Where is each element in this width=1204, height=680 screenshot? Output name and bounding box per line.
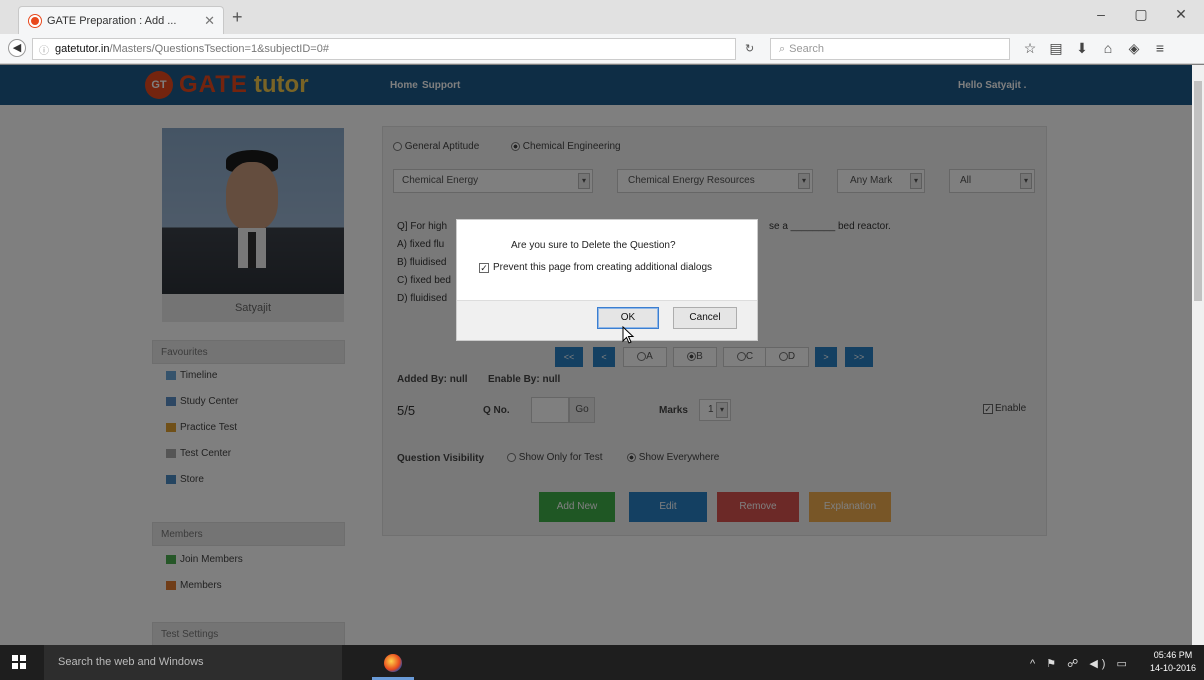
dialog-message: Are you sure to Delete the Question? xyxy=(511,240,676,251)
home-icon[interactable]: ⌂ xyxy=(1100,40,1116,56)
bookmark-star-icon[interactable]: ☆ xyxy=(1022,40,1038,57)
cancel-button[interactable]: Cancel xyxy=(673,307,737,329)
back-arrow-icon[interactable]: ◀ xyxy=(8,39,26,57)
window-maximize-button[interactable]: ▢ xyxy=(1126,6,1156,23)
search-placeholder: Search xyxy=(789,43,825,55)
page-scrollbar[interactable] xyxy=(1192,65,1204,645)
url-bar[interactable]: ⓘ gatetutor.in /Masters/QuestionsTsectio… xyxy=(32,38,736,60)
download-icon[interactable]: ⬇ xyxy=(1074,40,1090,57)
taskbar-search-input[interactable]: Search the web and Windows xyxy=(44,645,342,680)
scrollbar-thumb[interactable] xyxy=(1194,81,1202,301)
new-tab-button[interactable]: + xyxy=(232,8,243,26)
window-minimize-button[interactable]: – xyxy=(1086,6,1116,22)
clock-date: 14-10-2016 xyxy=(1149,663,1197,673)
tab-title: GATE Preparation : Add ... xyxy=(47,14,177,27)
url-path: /Masters/QuestionsTsection=1&subjectID=0… xyxy=(109,43,329,55)
confirm-dialog: Are you sure to Delete the Question? ✓ P… xyxy=(456,219,758,341)
checkbox-label: Prevent this page from creating addition… xyxy=(493,262,713,273)
prevent-dialogs-checkbox[interactable]: ✓ Prevent this page from creating additi… xyxy=(479,262,712,273)
mouse-cursor-icon xyxy=(622,326,635,344)
tab-close-icon[interactable]: ✕ xyxy=(204,13,215,29)
clock-time: 05:46 PM xyxy=(1153,650,1193,660)
browser-tab[interactable]: GATE Preparation : Add ... ✕ xyxy=(18,6,224,34)
window-close-button[interactable]: ✕ xyxy=(1166,6,1196,23)
taskbar-clock[interactable]: 05:46 PM 14-10-2016 xyxy=(1148,649,1198,675)
reload-icon[interactable]: ↻ xyxy=(745,42,754,55)
info-icon[interactable]: ⓘ xyxy=(39,42,49,57)
menu-icon[interactable]: ≡ xyxy=(1152,40,1168,56)
site-favicon-icon xyxy=(29,14,41,27)
url-domain: gatetutor.in xyxy=(55,43,110,55)
modal-overlay xyxy=(0,65,1192,645)
windows-start-icon[interactable] xyxy=(12,655,26,669)
browser-search-input[interactable]: ⌕ Search xyxy=(770,38,1010,60)
system-tray-icons[interactable]: ^ ⚑ ☍ ◀) ▭ xyxy=(1030,657,1131,670)
browser-tab-bar: GATE Preparation : Add ... ✕ + – ▢ ✕ xyxy=(0,0,1204,34)
windows-taskbar: Search the web and Windows ^ ⚑ ☍ ◀) ▭ 05… xyxy=(0,645,1204,680)
pocket-icon[interactable]: ◈ xyxy=(1126,40,1142,57)
search-icon: ⌕ xyxy=(779,42,786,55)
checkbox-checked-icon: ✓ xyxy=(479,262,489,273)
reading-list-icon[interactable]: ▤ xyxy=(1048,40,1064,57)
firefox-icon[interactable] xyxy=(384,654,402,672)
